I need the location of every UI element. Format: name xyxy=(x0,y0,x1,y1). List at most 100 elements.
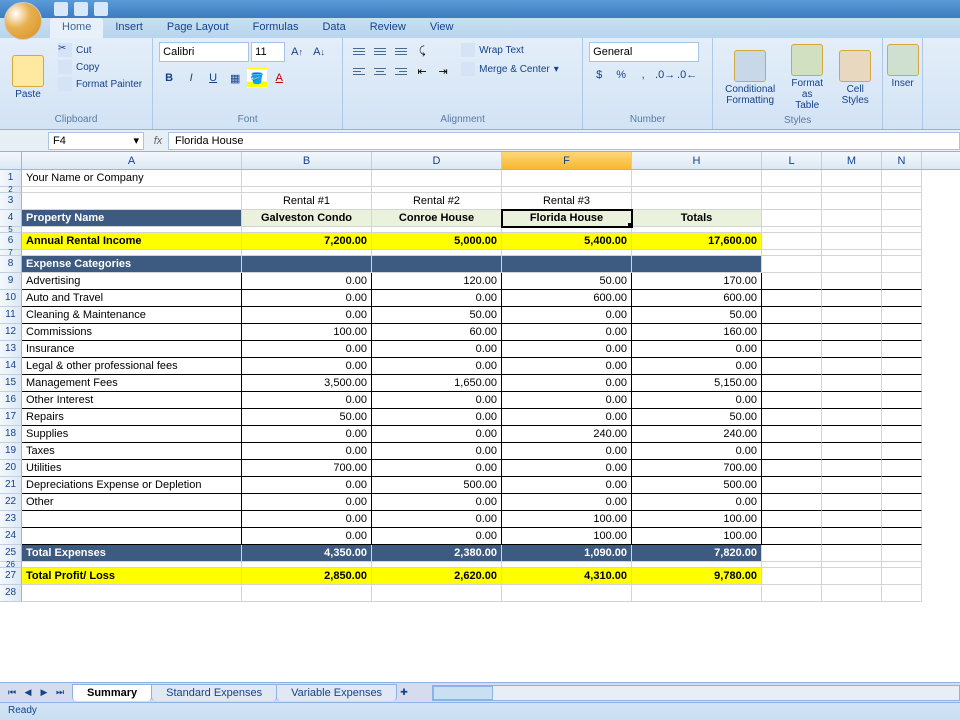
cell-B10[interactable]: 0.00 xyxy=(242,290,372,307)
cell-B4[interactable]: Galveston Condo xyxy=(242,210,372,227)
cell-F14[interactable]: 0.00 xyxy=(502,358,632,375)
cell-A10[interactable]: Auto and Travel xyxy=(22,290,242,307)
office-button[interactable] xyxy=(4,2,42,40)
scrollbar-thumb[interactable] xyxy=(433,686,493,700)
cell-N9[interactable] xyxy=(882,273,922,290)
cell-L23[interactable] xyxy=(762,511,822,528)
cell-H19[interactable]: 0.00 xyxy=(632,443,762,460)
cell-F9[interactable]: 50.00 xyxy=(502,273,632,290)
cell-F24[interactable]: 100.00 xyxy=(502,528,632,545)
cell-A3[interactable] xyxy=(22,193,242,210)
tab-insert[interactable]: Insert xyxy=(103,18,155,38)
cell-L19[interactable] xyxy=(762,443,822,460)
cell-N27[interactable] xyxy=(882,568,922,585)
cell-B13[interactable]: 0.00 xyxy=(242,341,372,358)
cell-M25[interactable] xyxy=(822,545,882,562)
sheet-tab-summary[interactable]: Summary xyxy=(72,684,152,701)
cell-M22[interactable] xyxy=(822,494,882,511)
cell-A14[interactable]: Legal & other professional fees xyxy=(22,358,242,375)
font-name-select[interactable] xyxy=(159,42,249,62)
conditional-formatting-button[interactable]: Conditional Formatting xyxy=(719,42,781,113)
cell-D8[interactable] xyxy=(372,256,502,273)
cell-F13[interactable]: 0.00 xyxy=(502,341,632,358)
decrease-decimal-button[interactable]: .0← xyxy=(677,65,697,85)
align-right-button[interactable] xyxy=(391,62,411,80)
cell-B1[interactable] xyxy=(242,170,372,187)
fx-icon[interactable]: fx xyxy=(148,135,168,147)
cell-D10[interactable]: 0.00 xyxy=(372,290,502,307)
cell-D15[interactable]: 1,650.00 xyxy=(372,375,502,392)
cell-M13[interactable] xyxy=(822,341,882,358)
italic-button[interactable]: I xyxy=(181,68,201,88)
cell-H28[interactable] xyxy=(632,585,762,602)
cell-N11[interactable] xyxy=(882,307,922,324)
cell-N14[interactable] xyxy=(882,358,922,375)
format-as-table-button[interactable]: Format as Table xyxy=(785,42,829,113)
cell-L22[interactable] xyxy=(762,494,822,511)
new-sheet-button[interactable]: ✚ xyxy=(396,685,412,701)
cell-F11[interactable]: 0.00 xyxy=(502,307,632,324)
cell-M12[interactable] xyxy=(822,324,882,341)
comma-button[interactable]: , xyxy=(633,65,653,85)
row-header-24[interactable]: 24 xyxy=(0,528,22,545)
underline-button[interactable]: U xyxy=(203,68,223,88)
cell-B18[interactable]: 0.00 xyxy=(242,426,372,443)
cell-L27[interactable] xyxy=(762,568,822,585)
cell-B25[interactable]: 4,350.00 xyxy=(242,545,372,562)
cell-A27[interactable]: Total Profit/ Loss xyxy=(22,568,242,585)
cell-A6[interactable]: Annual Rental Income xyxy=(22,233,242,250)
row-header-9[interactable]: 9 xyxy=(0,273,22,290)
row-header-12[interactable]: 12 xyxy=(0,324,22,341)
cell-H20[interactable]: 700.00 xyxy=(632,460,762,477)
insert-cells-button[interactable]: Inser xyxy=(889,42,916,91)
cell-F20[interactable]: 0.00 xyxy=(502,460,632,477)
cell-H9[interactable]: 170.00 xyxy=(632,273,762,290)
row-header-21[interactable]: 21 xyxy=(0,477,22,494)
cell-D23[interactable]: 0.00 xyxy=(372,511,502,528)
sheet-tab-variable-expenses[interactable]: Variable Expenses xyxy=(276,684,397,701)
cell-H15[interactable]: 5,150.00 xyxy=(632,375,762,392)
cell-D27[interactable]: 2,620.00 xyxy=(372,568,502,585)
cell-D25[interactable]: 2,380.00 xyxy=(372,545,502,562)
cell-A23[interactable] xyxy=(22,511,242,528)
cell-B28[interactable] xyxy=(242,585,372,602)
cell-A11[interactable]: Cleaning & Maintenance xyxy=(22,307,242,324)
cell-F16[interactable]: 0.00 xyxy=(502,392,632,409)
cell-B21[interactable]: 0.00 xyxy=(242,477,372,494)
cell-A25[interactable]: Total Expenses xyxy=(22,545,242,562)
row-header-17[interactable]: 17 xyxy=(0,409,22,426)
cell-D21[interactable]: 500.00 xyxy=(372,477,502,494)
cell-L11[interactable] xyxy=(762,307,822,324)
cell-L1[interactable] xyxy=(762,170,822,187)
align-top-button[interactable] xyxy=(349,42,369,60)
row-header-3[interactable]: 3 xyxy=(0,193,22,210)
cell-D18[interactable]: 0.00 xyxy=(372,426,502,443)
col-header-N[interactable]: N xyxy=(882,152,922,169)
cell-M10[interactable] xyxy=(822,290,882,307)
row-header-15[interactable]: 15 xyxy=(0,375,22,392)
sheet-tab-standard-expenses[interactable]: Standard Expenses xyxy=(151,684,277,701)
cell-N21[interactable] xyxy=(882,477,922,494)
cell-B27[interactable]: 2,850.00 xyxy=(242,568,372,585)
cell-F10[interactable]: 600.00 xyxy=(502,290,632,307)
format-painter-button[interactable]: Format Painter xyxy=(54,76,146,92)
col-header-B[interactable]: B xyxy=(242,152,372,169)
last-sheet-button[interactable]: ⏭ xyxy=(52,685,68,701)
cell-A22[interactable]: Other xyxy=(22,494,242,511)
row-header-8[interactable]: 8 xyxy=(0,256,22,273)
cell-B23[interactable]: 0.00 xyxy=(242,511,372,528)
cell-A20[interactable]: Utilities xyxy=(22,460,242,477)
cell-M14[interactable] xyxy=(822,358,882,375)
cell-B20[interactable]: 700.00 xyxy=(242,460,372,477)
cell-M28[interactable] xyxy=(822,585,882,602)
row-header-11[interactable]: 11 xyxy=(0,307,22,324)
cell-M24[interactable] xyxy=(822,528,882,545)
cell-H27[interactable]: 9,780.00 xyxy=(632,568,762,585)
tab-view[interactable]: View xyxy=(418,18,466,38)
cell-A15[interactable]: Management Fees xyxy=(22,375,242,392)
tab-formulas[interactable]: Formulas xyxy=(241,18,311,38)
currency-button[interactable]: $ xyxy=(589,65,609,85)
cell-N1[interactable] xyxy=(882,170,922,187)
cell-M17[interactable] xyxy=(822,409,882,426)
cut-button[interactable]: ✂Cut xyxy=(54,42,146,58)
